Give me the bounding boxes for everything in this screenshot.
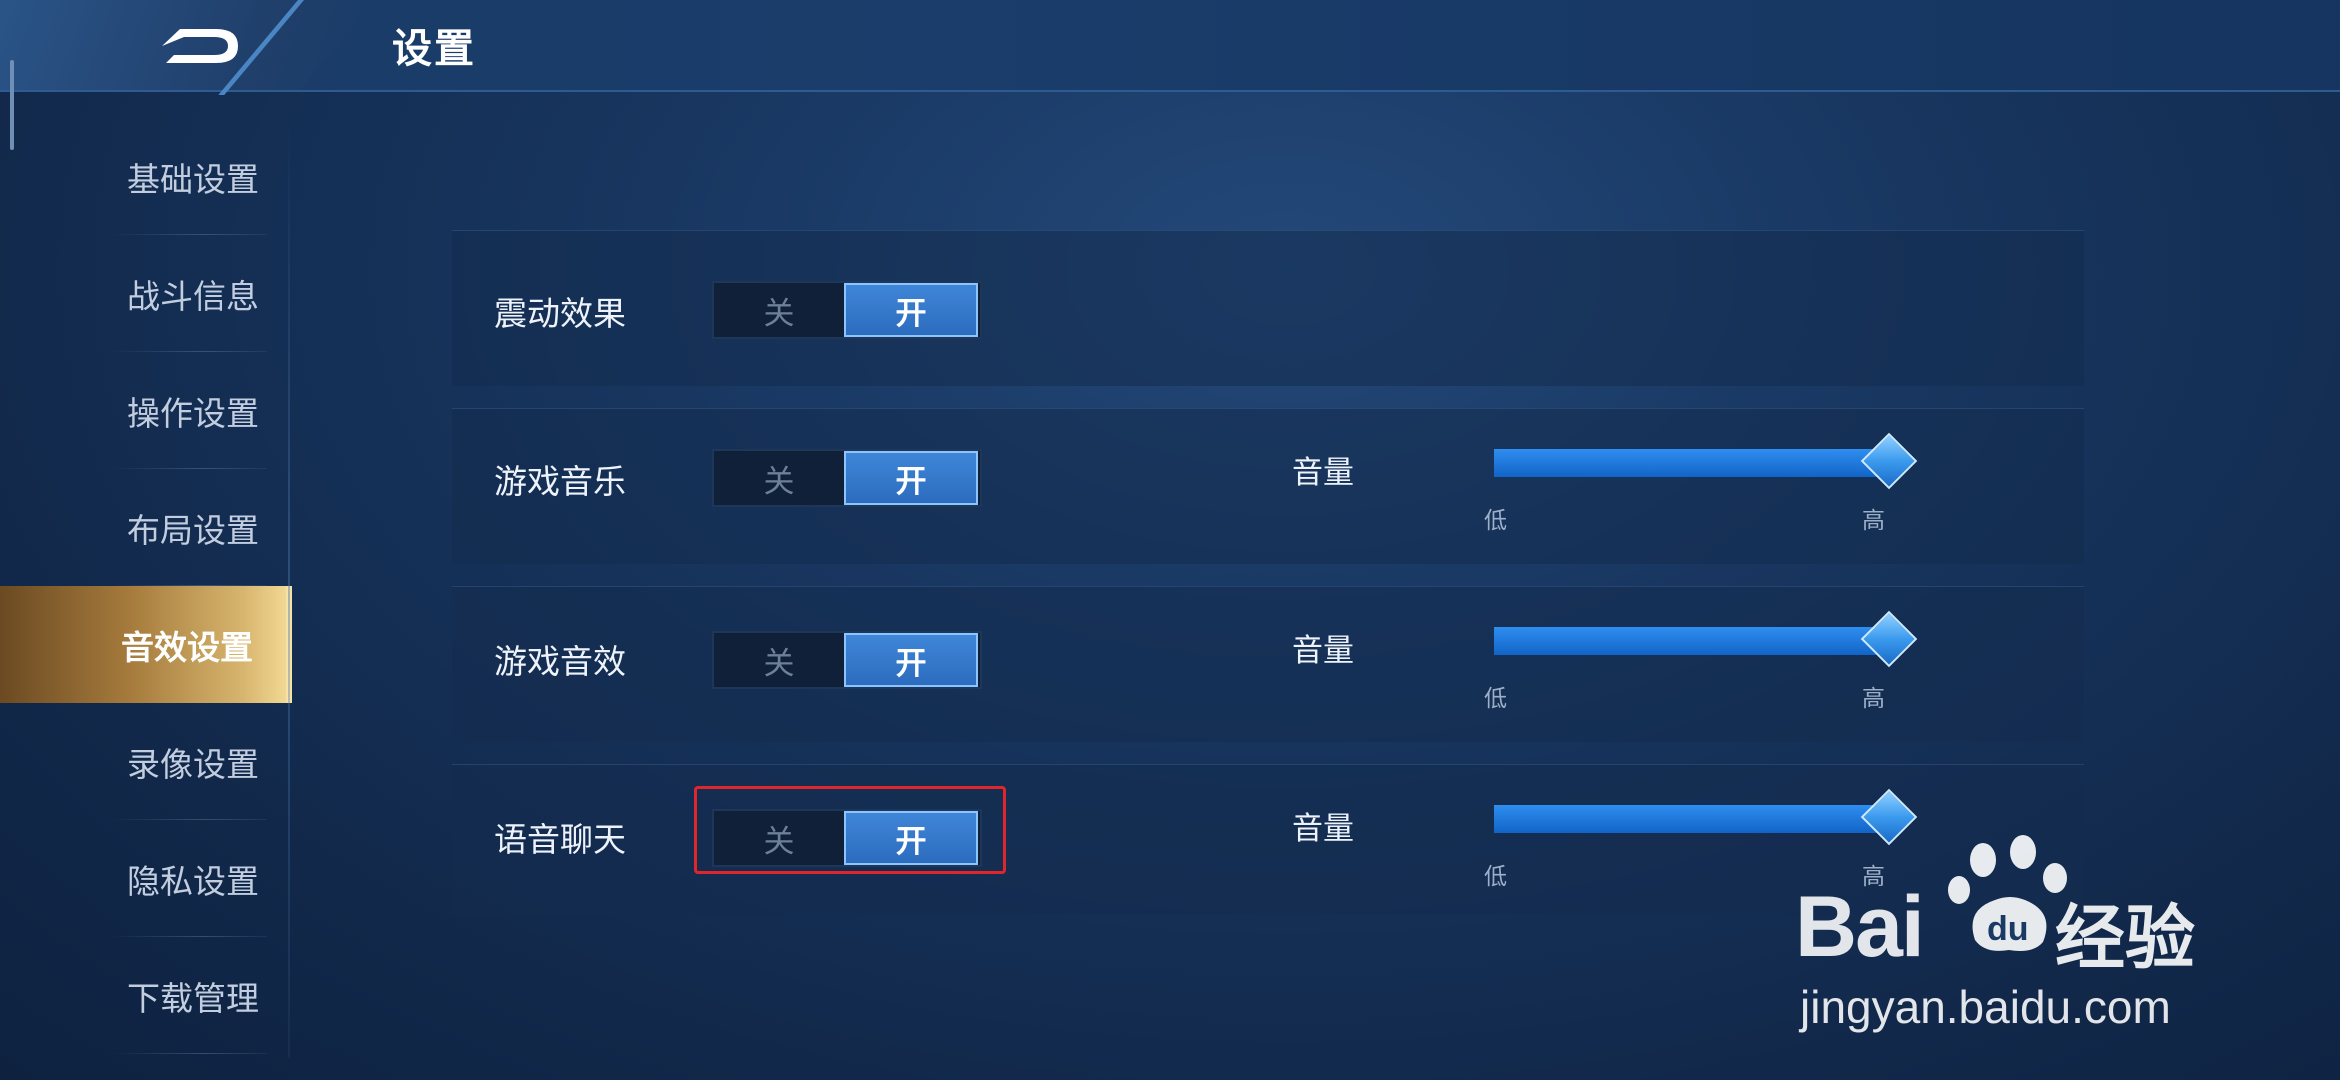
slider-max-label: 高 [1862, 508, 1885, 534]
sidebar-item-label: 布局设置 [127, 510, 259, 550]
slider-min-label: 低 [1484, 686, 1507, 712]
setting-row-vibration: 震动效果 关 开 [452, 230, 2084, 386]
sfx-volume-slider[interactable]: 低 高 [1484, 609, 1918, 712]
sidebar-item-replay[interactable]: 录像设置 [0, 703, 292, 820]
sidebar-item-label: 隐私设置 [127, 861, 259, 901]
music-toggle[interactable]: 关 开 [712, 449, 982, 507]
back-button[interactable] [150, 18, 250, 74]
sidebar-item-label: 战斗信息 [127, 276, 259, 316]
sidebar: 基础设置 战斗信息 操作设置 布局设置 音效设置 录像设置 隐私设置 下载管理 [0, 118, 292, 1058]
music-volume-slider[interactable]: 低 高 [1484, 431, 1918, 534]
setting-row-sfx: 游戏音效 关 开 音量 低 高 [452, 586, 2084, 742]
slider-thumb[interactable] [1860, 432, 1918, 490]
sidebar-item-battle-info[interactable]: 战斗信息 [0, 235, 292, 352]
toggle-on-option[interactable]: 开 [844, 633, 978, 687]
slider-min-label: 低 [1484, 508, 1507, 534]
toggle-on-option[interactable]: 开 [844, 283, 978, 337]
vibration-toggle[interactable]: 关 开 [712, 281, 982, 339]
toggle-off-option[interactable]: 关 [714, 451, 844, 505]
toggle-off-option[interactable]: 关 [714, 633, 844, 687]
slider-fill [1494, 449, 1889, 477]
sidebar-item-privacy[interactable]: 隐私设置 [0, 820, 292, 937]
sidebar-item-label: 操作设置 [127, 393, 259, 433]
sidebar-item-label: 录像设置 [127, 744, 259, 784]
setting-label: 语音聊天 [494, 820, 626, 859]
volume-label: 音量 [1292, 633, 1354, 669]
toggle-on-option[interactable]: 开 [844, 451, 978, 505]
toggle-off-option[interactable]: 关 [714, 283, 844, 337]
slider-max-label: 高 [1862, 686, 1885, 712]
watermark-brand: Bai [1795, 879, 1925, 975]
sidebar-item-label: 音效设置 [121, 627, 253, 667]
page-title: 设置 [392, 26, 476, 72]
sidebar-item-basic[interactable]: 基础设置 [0, 118, 292, 235]
slider-fill [1494, 627, 1889, 655]
sidebar-item-label: 下载管理 [127, 978, 259, 1018]
setting-row-music: 游戏音乐 关 开 音量 低 高 [452, 408, 2084, 564]
setting-label: 游戏音效 [494, 642, 626, 681]
sidebar-item-controls[interactable]: 操作设置 [0, 352, 292, 469]
sidebar-divider [288, 118, 290, 1058]
slider-thumb[interactable] [1860, 610, 1918, 668]
slider-min-label: 低 [1484, 864, 1507, 890]
annotation-highlight-box [694, 786, 1006, 874]
sidebar-item-layout[interactable]: 布局设置 [0, 469, 292, 586]
top-bar: 设置 [0, 0, 2340, 95]
watermark-url: jingyan.baidu.com [1800, 981, 2171, 1033]
svg-text:du: du [1987, 910, 2029, 948]
sfx-toggle[interactable]: 关 开 [712, 631, 982, 689]
setting-label: 游戏音乐 [494, 462, 626, 501]
volume-label: 音量 [1292, 455, 1354, 491]
watermark-brand-suffix: 经验 [2055, 897, 2195, 979]
volume-label: 音量 [1292, 811, 1354, 847]
sidebar-item-sound[interactable]: 音效设置 [0, 586, 292, 703]
slider-fill [1494, 805, 1889, 833]
back-arrow-icon [162, 29, 238, 63]
baidu-jingyan-watermark: du Bai 经验 jingyan.baidu.com [1795, 830, 2235, 1040]
sidebar-item-downloads[interactable]: 下载管理 [0, 937, 292, 1054]
setting-label: 震动效果 [494, 294, 626, 333]
sidebar-item-label: 基础设置 [127, 159, 259, 199]
